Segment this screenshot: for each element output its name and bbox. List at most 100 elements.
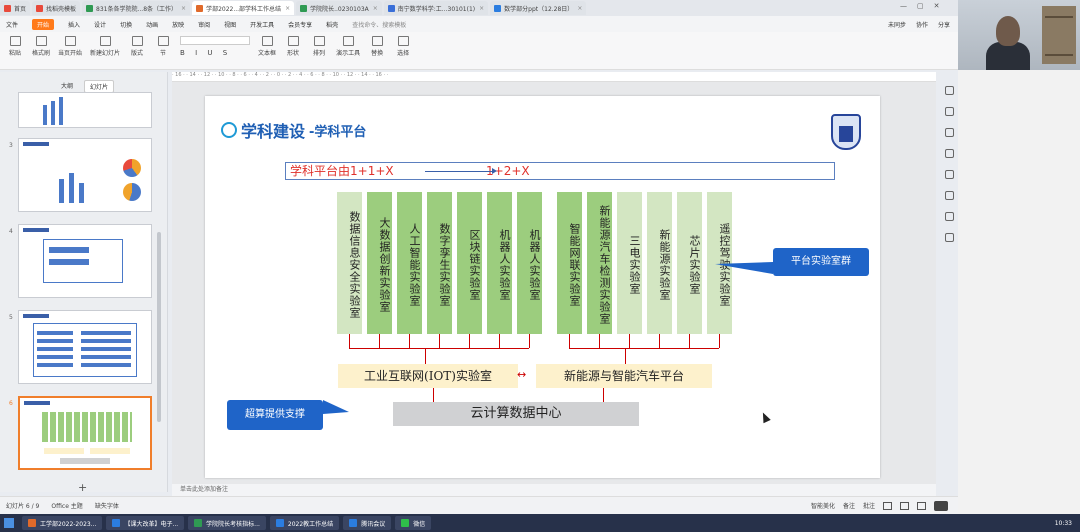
taskbar-app[interactable]: 学院院长考核指标... <box>188 516 266 530</box>
settings-icon[interactable] <box>944 86 954 95</box>
book-icon[interactable] <box>944 212 954 221</box>
close-icon[interactable]: ✕ <box>934 2 940 10</box>
comment-button[interactable]: 批注 <box>863 501 875 510</box>
animation-icon[interactable] <box>944 107 954 116</box>
menu-right-item[interactable]: 协作 <box>916 20 928 29</box>
app-icon <box>401 519 410 527</box>
font-controls: B I U S <box>180 36 251 57</box>
font-style-icons[interactable]: B I U S <box>180 49 250 57</box>
add-slide-icon[interactable]: + <box>78 481 87 494</box>
share-icon[interactable] <box>944 170 954 179</box>
lab-column: 三电实验室 <box>617 192 642 334</box>
menu-right-item[interactable]: 未同步 <box>888 20 906 29</box>
toolbar-button[interactable]: 版式 <box>128 36 146 57</box>
menu-item[interactable]: 文件 <box>6 20 18 29</box>
slide-number: 6 <box>9 400 13 407</box>
menu-item[interactable]: 开发工具 <box>250 20 274 29</box>
browser-tab[interactable]: 数学部分ppt（12.28日） × <box>490 1 587 15</box>
atom-icon <box>221 122 237 138</box>
menu-right-item[interactable]: 分享 <box>938 20 950 29</box>
normal-view-icon[interactable] <box>883 501 892 510</box>
thumb-scrollbar[interactable] <box>157 232 161 422</box>
menu-item[interactable]: 放映 <box>172 20 184 29</box>
missing-font[interactable]: 缺失字体 <box>95 501 119 510</box>
taskbar-label: 微信 <box>413 520 426 528</box>
close-tab-icon[interactable]: × <box>479 5 484 12</box>
toolbar-button[interactable]: 节 <box>154 36 172 57</box>
toolbar-button[interactable]: 形状 <box>284 36 302 57</box>
toolbar-button[interactable]: 演示工具 <box>336 36 360 57</box>
clock[interactable]: 10:33 <box>1055 520 1072 527</box>
menu-item[interactable]: 插入 <box>68 20 80 29</box>
toolbar-button[interactable]: 替换 <box>368 36 386 57</box>
close-tab-icon[interactable]: × <box>577 5 582 12</box>
beautify-button[interactable]: 智能美化 <box>811 501 835 510</box>
toolbar-button[interactable]: 文本框 <box>258 36 276 57</box>
design-icon[interactable] <box>944 128 954 137</box>
menu-item[interactable]: 动画 <box>146 20 158 29</box>
taskbar-app[interactable]: 微信 <box>395 516 432 530</box>
callout-platform-labs: 平台实验室群 <box>715 248 869 276</box>
menu-item[interactable]: 切换 <box>120 20 132 29</box>
toolbar-button[interactable]: 格式刷 <box>32 36 50 57</box>
taskbar-app[interactable]: 2022教工作总结 <box>269 516 340 530</box>
toolbar-button[interactable]: 新建幻灯片 <box>90 36 120 57</box>
os-taskbar: 工学部2022-2023... 【课大改革】电子... 学院院长考核指标... 202… <box>0 514 1080 532</box>
copy-icon[interactable] <box>944 233 954 242</box>
close-tab-icon[interactable]: × <box>181 5 186 12</box>
menu-item[interactable]: 审阅 <box>198 20 210 29</box>
start-icon[interactable] <box>4 518 14 528</box>
help-icon[interactable] <box>944 149 954 158</box>
taskbar-app[interactable]: 【课大改革】电子... <box>106 516 185 530</box>
toolbar-button[interactable]: 当页开始 <box>58 36 82 57</box>
menu-item[interactable]: 视图 <box>224 20 236 29</box>
taskbar-label: 2022教工作总结 <box>287 520 334 528</box>
toolbar-label: 节 <box>160 50 167 57</box>
close-tab-icon[interactable]: × <box>285 5 290 12</box>
ruler: · 16 · · 14 · · 12 · · 10 · · 8 · · 6 · … <box>172 72 936 82</box>
taskbar-label: 【课大改革】电子... <box>124 520 179 528</box>
slide-thumbnail-4[interactable] <box>18 224 152 298</box>
notes-area[interactable]: 单击此处添加备注 <box>172 484 936 496</box>
menu-item[interactable]: 设计 <box>94 20 106 29</box>
maximize-icon[interactable]: ▢ <box>917 2 924 10</box>
tab-label: 数学部分ppt（12.28日） <box>504 5 574 13</box>
browser-tab[interactable]: 首页 <box>0 1 31 15</box>
browser-tab[interactable]: 831条各学院院...8条（工作） × <box>82 1 191 15</box>
minimize-icon[interactable]: — <box>900 2 907 10</box>
notes-button[interactable]: 备注 <box>843 501 855 510</box>
taskbar-app[interactable]: 工学部2022-2023... <box>22 516 103 530</box>
slide-canvas[interactable]: 学科建设 -学科平台 学科平台由1+1+X 1+2+X 数据信息安全实验室 大数据… <box>205 96 880 478</box>
slide-thumbnail-3[interactable] <box>18 138 152 212</box>
taskbar-label: 工学部2022-2023... <box>40 520 97 528</box>
toolbar-button[interactable]: 排列 <box>310 36 328 57</box>
play-slideshow-icon[interactable] <box>934 500 948 511</box>
font-name-input[interactable] <box>180 36 251 45</box>
menu-item[interactable]: 开始 <box>32 18 55 30</box>
grid-view-icon[interactable] <box>900 501 909 510</box>
slide-info: 幻灯片 6 / 9 <box>6 503 40 510</box>
toolbar-label: 格式刷 <box>32 50 51 57</box>
slide-thumbnail-5[interactable] <box>18 310 152 384</box>
slide-number: 4 <box>9 228 13 235</box>
search-command-input[interactable]: 查找命令、搜索模板 <box>352 20 406 29</box>
browser-tab[interactable]: 学院院长..0230103A × <box>296 1 382 15</box>
browser-tab[interactable]: 南宁数学科学:工...30101(1) × <box>383 1 489 15</box>
document-icon <box>4 4 11 12</box>
reading-view-icon[interactable] <box>917 501 926 510</box>
app-icon <box>349 519 358 527</box>
location-icon[interactable] <box>944 191 954 200</box>
menu-item[interactable]: 会员专享 <box>288 20 312 29</box>
browser-tab[interactable]: 找稻壳模板 <box>32 1 81 15</box>
document-icon <box>300 4 308 12</box>
headline-arrow <box>425 168 497 174</box>
slide-thumbnail-2[interactable] <box>18 92 152 128</box>
browser-tab[interactable]: 学部2022...部学科工作总结 × <box>192 1 295 15</box>
close-tab-icon[interactable]: × <box>373 5 378 12</box>
taskbar-app[interactable]: 腾讯会议 <box>343 516 392 530</box>
slide-thumbnail-6[interactable] <box>18 396 152 470</box>
toolbar-button[interactable]: 选择 <box>394 36 412 57</box>
tool-icon <box>287 36 299 46</box>
menu-item[interactable]: 稻壳 <box>326 20 338 29</box>
toolbar-button[interactable]: 粘贴 <box>6 36 24 57</box>
